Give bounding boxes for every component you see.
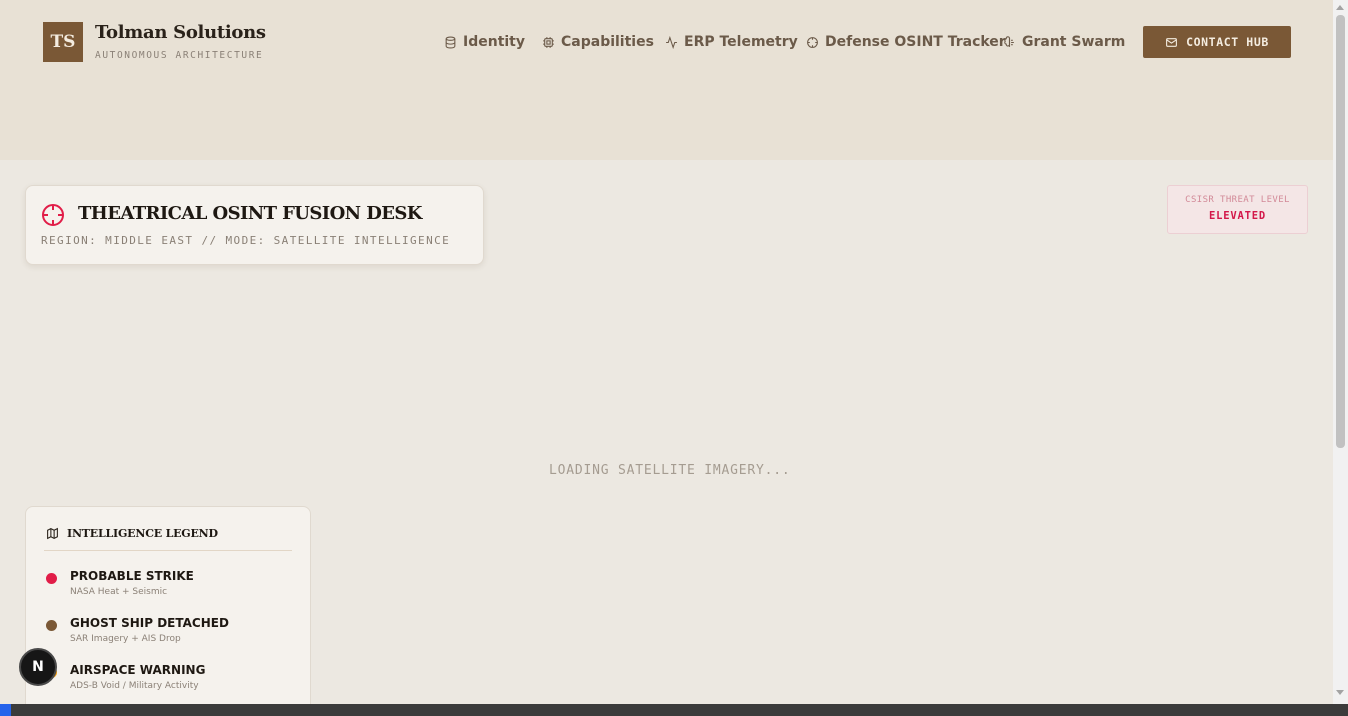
nav-item-label: ERP Telemetry — [684, 34, 798, 50]
nav-item-defense-osint[interactable]: Defense OSINT Tracker — [806, 32, 1006, 52]
mail-icon — [1166, 37, 1178, 47]
brand-subtitle: AUTONOMOUS ARCHITECTURE — [95, 50, 264, 61]
legend-item-desc: SAR Imagery + AIS Drop — [70, 634, 181, 644]
contact-hub-label: CONTACT HUB — [1186, 35, 1269, 49]
scroll-up-arrow-icon[interactable] — [1336, 5, 1344, 10]
nav-item-label: Grant Swarm — [1022, 34, 1126, 50]
database-icon — [445, 36, 456, 48]
nav-item-identity[interactable]: Identity — [444, 32, 525, 52]
taskbar — [0, 704, 1348, 716]
map-loading-text: LOADING SATELLITE IMAGERY... — [549, 463, 791, 478]
crosshair-icon — [807, 36, 818, 48]
taskbar-accent — [0, 704, 11, 716]
contact-hub-button[interactable]: CONTACT HUB — [1143, 26, 1291, 58]
fusion-desk-panel: THEATRICAL OSINT FUSION DESK REGION: MID… — [25, 185, 484, 265]
legend-item-title: GHOST SHIP DETACHED — [70, 616, 229, 630]
intelligence-legend: INTELLIGENCE LEGEND PROBABLE STRIKE NASA… — [25, 506, 311, 716]
legend-item-desc: NASA Heat + Seismic — [70, 587, 168, 597]
nav-item-label: Identity — [463, 34, 526, 50]
map-icon — [47, 527, 58, 540]
cpu-icon — [543, 36, 554, 48]
legend-item-title: PROBABLE STRIKE — [70, 569, 194, 583]
nextjs-badge[interactable]: N — [19, 648, 57, 686]
fusion-desk-title: THEATRICAL OSINT FUSION DESK — [78, 203, 422, 224]
nav-item-capabilities[interactable]: Capabilities — [542, 32, 654, 52]
legend-title: INTELLIGENCE LEGEND — [67, 527, 218, 540]
nav-item-label: Defense OSINT Tracker — [825, 34, 1006, 50]
brand-title[interactable]: Tolman Solutions — [95, 22, 266, 43]
red-dot-icon — [46, 573, 57, 584]
legend-header: INTELLIGENCE LEGEND — [46, 527, 218, 540]
fusion-desk-subtitle: REGION: MIDDLE EAST // MODE: SATELLITE I… — [41, 234, 451, 247]
nav-item-grant-swarm[interactable]: Grant Swarm — [1003, 32, 1125, 52]
brown-dot-icon — [46, 620, 57, 631]
scroll-down-arrow-icon[interactable] — [1336, 690, 1344, 695]
nav-item-label: Capabilities — [561, 34, 654, 50]
legend-divider — [44, 550, 292, 551]
legend-item-title: AIRSPACE WARNING — [70, 663, 206, 677]
scrollbar-thumb[interactable] — [1336, 15, 1345, 448]
nav-item-erp-telemetry[interactable]: ERP Telemetry — [665, 32, 798, 52]
activity-icon — [666, 35, 677, 49]
brain-icon — [1004, 35, 1014, 47]
crosshair-icon — [42, 204, 64, 226]
threat-level-badge: CSISR THREAT LEVEL ELEVATED — [1167, 185, 1308, 234]
threat-level-value: ELEVATED — [1209, 210, 1266, 222]
logo[interactable]: TS — [43, 22, 83, 62]
threat-level-label: CSISR THREAT LEVEL — [1185, 195, 1290, 205]
legend-item-desc: ADS-B Void / Military Activity — [70, 681, 199, 691]
